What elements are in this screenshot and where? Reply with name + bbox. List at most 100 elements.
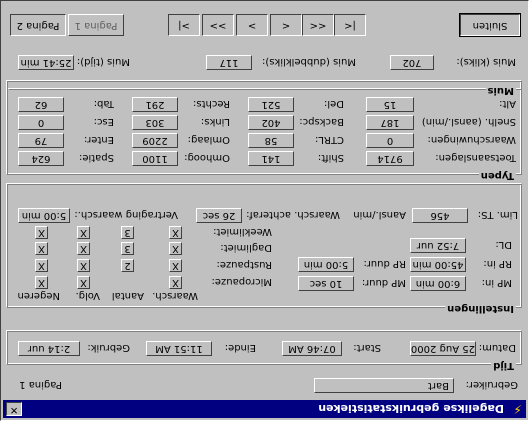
up-label: Omhoog:	[184, 152, 230, 163]
checkbox-restpause-warn[interactable]: X	[169, 259, 182, 272]
rotated-window-stage: ⚡ Dagelikse gebruikstatistieken ✕ Gebrui…	[0, 0, 529, 421]
keystrokes-label: Toetsaanslagen:	[435, 152, 516, 163]
row-label-daylimit: Daglimiet:	[220, 242, 272, 253]
dl-field: 7:52 uur	[410, 238, 466, 253]
col-header-follow: Volg.	[75, 290, 101, 301]
start-field: 07:46 AM	[282, 341, 342, 356]
checkbox-daylimit-follow[interactable]: X	[77, 242, 90, 255]
row-label-micropause: Micropauze:	[211, 276, 273, 287]
next-record-button[interactable]: >	[236, 14, 268, 36]
lim-ts-label: Lim. TS:	[477, 209, 518, 220]
lim-ts-field: 456	[412, 208, 468, 223]
date-label: Datum:	[478, 342, 516, 353]
mouse-clicks-field: 702	[390, 55, 434, 70]
right-label: Rechts:	[193, 98, 230, 109]
col-header-warn: Waarsch.	[152, 290, 198, 301]
close-icon[interactable]: ✕	[6, 402, 22, 416]
ctrl-label: CTRL:	[315, 134, 344, 145]
enter-field: 79	[18, 133, 64, 148]
right-field: 291	[132, 97, 178, 112]
last-record-button[interactable]: >|	[168, 14, 200, 36]
mouse-dbl-label: Muis (dubbelkliks):	[262, 56, 356, 67]
prev-record-button[interactable]: <	[270, 14, 302, 36]
down-field: 2209	[132, 133, 178, 148]
up-field: 1100	[132, 151, 178, 166]
speed-label: Snelh. (aansl./min)	[421, 116, 516, 127]
window-title: Dagelikse gebruikstatistieken	[318, 402, 504, 415]
rp-in-label: RP in:	[483, 258, 512, 269]
mp-dur-field: 10 sec	[298, 276, 354, 291]
mouse-clicks-label: Muis (kliks):	[456, 56, 516, 67]
space-field: 624	[18, 151, 64, 166]
user-label: Gebruiker:	[465, 379, 518, 390]
rp-dur-field: 5:00 min	[298, 257, 354, 272]
tab-field: 62	[18, 97, 64, 112]
prev-page-button[interactable]: <<	[302, 14, 334, 36]
warnings-label: Waarschuwingen:	[427, 134, 516, 145]
checkbox-daylimit-ignore[interactable]: X	[35, 242, 48, 255]
next-page-button[interactable]: >>	[202, 14, 234, 36]
tab-page1[interactable]: Pagina 1	[68, 14, 124, 36]
rp-in-field: 45:00 min	[410, 257, 466, 272]
ctrl-field: 58	[248, 133, 294, 148]
mouse-time-label: Muis (tijd):	[76, 56, 130, 67]
usage-label: Gebruik:	[87, 342, 130, 353]
warn-delay2-label: Vertraging waarsch.:	[74, 209, 178, 220]
mouse-group-title: Muis	[485, 85, 516, 96]
time-group-title: Tijd	[491, 360, 516, 371]
shift-label: Shift:	[317, 152, 344, 163]
daylimit-count[interactable]: 3	[121, 242, 134, 255]
mouse-group-divider	[9, 89, 522, 90]
lightning-icon: ⚡	[513, 402, 522, 416]
row-label-weeklimit: Weeklimiet:	[213, 226, 272, 237]
backspace-field: 402	[248, 115, 294, 130]
warn-delay2-field: 5:00 min	[18, 208, 70, 223]
title-bar: ⚡ Dagelikse gebruikstatistieken ✕	[3, 400, 526, 418]
checkbox-weeklimit-follow[interactable]: X	[77, 226, 90, 239]
start-label: Start:	[353, 342, 381, 353]
settings-group-title: Instellingen	[445, 303, 516, 314]
shift-field: 141	[248, 151, 294, 166]
mouse-time-field: 25:41 min	[18, 55, 74, 70]
dl-label: DL:	[495, 239, 512, 250]
alt-field: 15	[366, 97, 414, 112]
warn-delay-label: Waarsch. achteraf:	[246, 209, 340, 220]
statistics-window: ⚡ Dagelikse gebruikstatistieken ✕ Gebrui…	[0, 0, 529, 421]
backspace-label: Backspc:	[299, 116, 344, 127]
row-label-restpause: Rustpauze:	[216, 259, 272, 270]
checkbox-weeklimit-warn[interactable]: X	[169, 226, 182, 239]
del-label: Del:	[324, 98, 344, 109]
checkbox-micropause-ignore[interactable]: X	[35, 276, 48, 289]
first-record-button[interactable]: |<	[334, 14, 366, 36]
mouse-dbl-field: 117	[206, 55, 252, 70]
usage-field: 2:14 uur	[18, 341, 80, 356]
mp-in-field: 6:00 min	[410, 276, 466, 291]
tab-label: Tab:	[93, 98, 114, 109]
page-indicator: Pagina 1	[19, 379, 62, 390]
mp-in-label: MP in:	[481, 277, 512, 288]
col-header-ignore: Negeren	[17, 290, 60, 301]
down-label: Omlaag:	[187, 134, 230, 145]
checkbox-micropause-warn[interactable]: X	[169, 276, 182, 289]
esc-label: Esc:	[93, 116, 114, 127]
restpause-count[interactable]: 2	[121, 259, 134, 272]
space-label: Spatie:	[78, 152, 114, 163]
date-field: 25 Aug 2000	[410, 341, 476, 356]
tab-page2[interactable]: Pagina 2	[10, 14, 66, 36]
warn-delay-field: 26 sec	[196, 208, 242, 223]
checkbox-micropause-follow[interactable]: X	[77, 276, 90, 289]
keystrokes-field: 9714	[366, 151, 414, 166]
checkbox-restpause-follow[interactable]: X	[77, 259, 90, 272]
esc-field: 0	[18, 115, 64, 130]
lim-ts-unit: Aansl./min	[353, 209, 406, 220]
close-button[interactable]: Sluiten	[459, 13, 521, 37]
weeklimit-count[interactable]: 3	[121, 226, 134, 239]
end-label: Einde:	[224, 342, 256, 353]
checkbox-daylimit-warn[interactable]: X	[169, 242, 182, 255]
checkbox-restpause-ignore[interactable]: X	[35, 259, 48, 272]
end-field: 11:51 AM	[146, 341, 212, 356]
user-field: Bart	[314, 378, 454, 393]
col-header-count: Aantal	[111, 290, 144, 301]
checkbox-weeklimit-ignore[interactable]: X	[35, 226, 48, 239]
left-label: Links:	[200, 116, 230, 127]
